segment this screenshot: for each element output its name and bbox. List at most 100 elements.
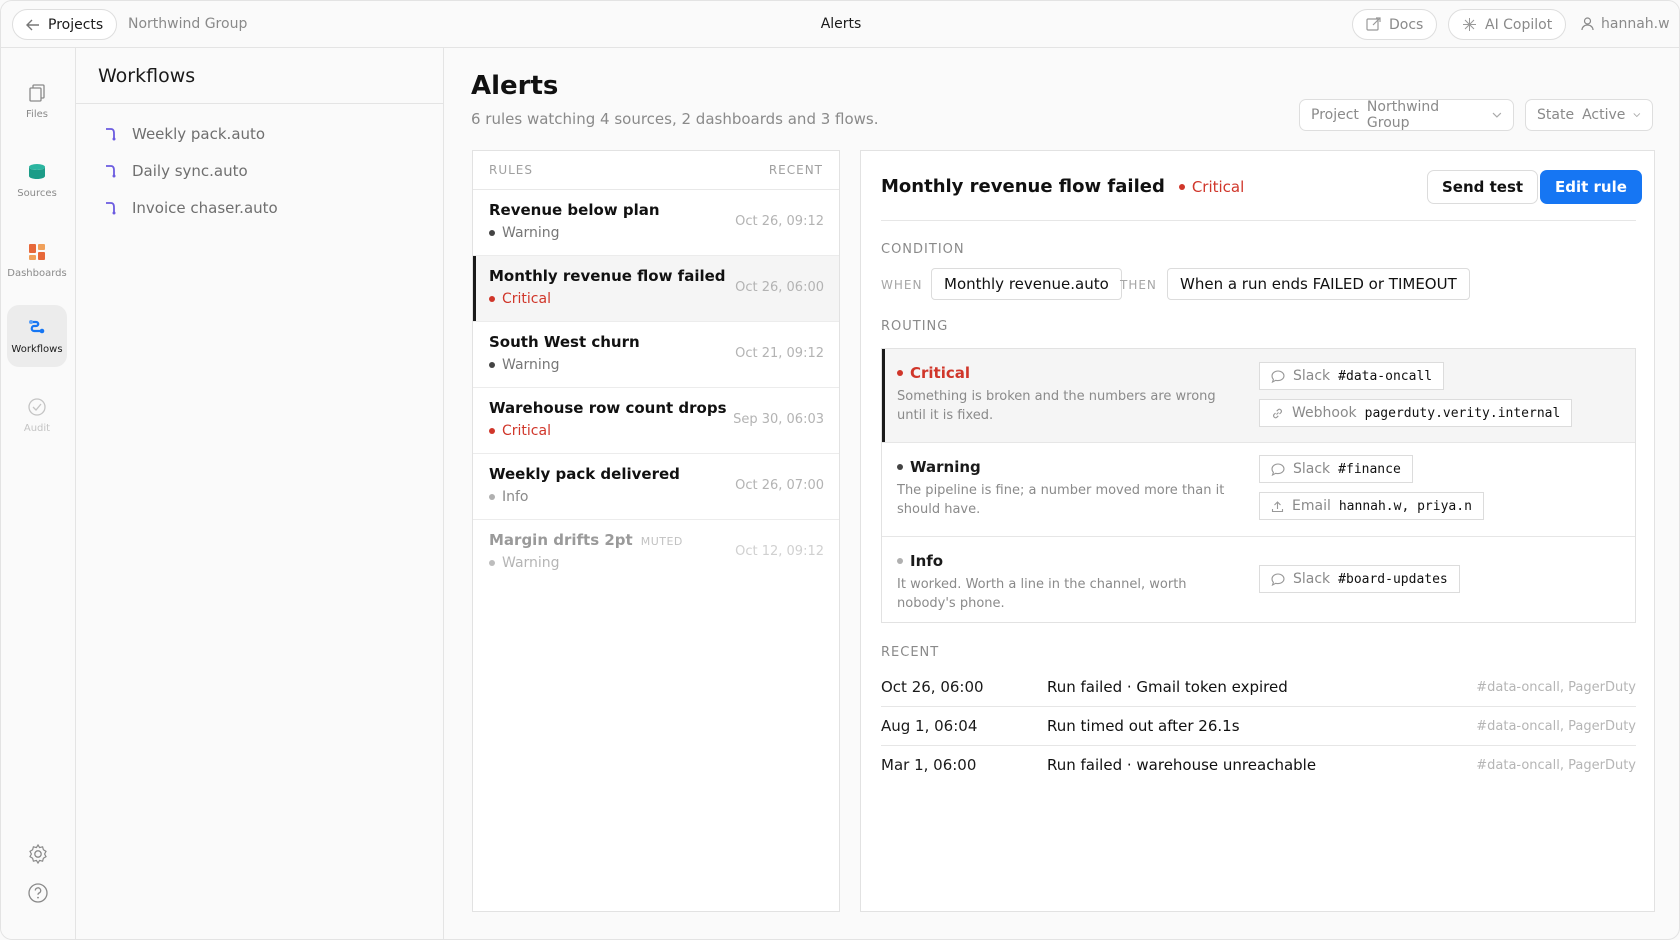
route-info[interactable]: Info It worked. Worth a line in the chan… bbox=[882, 537, 1635, 622]
rail-item-audit[interactable]: Audit bbox=[7, 384, 67, 446]
user-menu[interactable]: hannah.w bbox=[1581, 16, 1670, 32]
rule-row-muted[interactable]: Margin drifts 2pt MUTED Warning Oct 12, 0… bbox=[473, 520, 839, 586]
chat-icon bbox=[1271, 462, 1285, 476]
ai-copilot-button[interactable]: AI Copilot bbox=[1448, 9, 1567, 40]
route-name: Critical bbox=[910, 364, 971, 382]
destination-type: Slack bbox=[1293, 461, 1331, 477]
recent-run-row[interactable]: Mar 1, 06:00 Run failed · warehouse unre… bbox=[881, 747, 1636, 785]
route-destination[interactable]: Slack #finance bbox=[1259, 455, 1413, 483]
rail-label: Workflows bbox=[11, 343, 63, 355]
rule-row[interactable]: Revenue below plan Warning Oct 26, 09:12 bbox=[473, 190, 839, 256]
route-warning[interactable]: Warning The pipeline is fine; a number m… bbox=[882, 443, 1635, 537]
rule-severity: Warning bbox=[502, 357, 560, 373]
filter-label: State bbox=[1537, 107, 1575, 123]
rail-item-workflows[interactable]: Workflows bbox=[7, 305, 67, 367]
back-to-projects-button[interactable]: Projects bbox=[12, 9, 118, 40]
route-destination[interactable]: Slack #data-oncall bbox=[1259, 362, 1445, 390]
send-test-button[interactable]: Send test bbox=[1427, 170, 1539, 204]
sparkle-icon bbox=[1463, 18, 1476, 31]
rule-detail-panel: Monthly revenue flow failed Critical Sen… bbox=[860, 150, 1655, 912]
detail-title: Monthly revenue flow failed bbox=[881, 176, 1165, 197]
destination-type: Email bbox=[1292, 498, 1331, 514]
rules-list: RULES RECENT Revenue below plan Warning … bbox=[472, 150, 840, 912]
workflow-item[interactable]: Invoice chaser.auto bbox=[104, 199, 278, 217]
project-filter-select[interactable]: Project Northwind Group bbox=[1299, 99, 1514, 131]
external-link-icon bbox=[1366, 17, 1381, 31]
rule-time: Oct 21, 09:12 bbox=[735, 346, 824, 361]
rule-row[interactable]: South West churn Warning Oct 21, 09:12 bbox=[473, 322, 839, 388]
destination-target: #finance bbox=[1338, 461, 1401, 477]
then-keyword: THEN bbox=[1120, 278, 1157, 292]
app-window: Projects Northwind Group Alerts Docs AI … bbox=[0, 0, 1680, 940]
rule-time: Oct 26, 09:12 bbox=[735, 214, 824, 229]
severity-dot bbox=[489, 362, 495, 368]
state-filter-select[interactable]: State Active bbox=[1525, 99, 1653, 131]
rules-column-header: RULES bbox=[489, 163, 534, 177]
user-name: hannah.w bbox=[1601, 16, 1670, 32]
window-title: Alerts bbox=[820, 16, 862, 32]
destination-type: Webhook bbox=[1292, 405, 1357, 421]
workflow-item-label: Invoice chaser.auto bbox=[132, 199, 278, 217]
severity-dot bbox=[489, 560, 495, 566]
severity-dot bbox=[489, 230, 495, 236]
filter-label: Project bbox=[1311, 107, 1359, 123]
docs-button[interactable]: Docs bbox=[1352, 9, 1438, 40]
rule-row[interactable]: Warehouse row count drops Critical Sep 3… bbox=[473, 388, 839, 454]
run-time: Aug 1, 06:04 bbox=[881, 717, 978, 735]
recent-run-row[interactable]: Oct 26, 06:00 Run failed · Gmail token e… bbox=[881, 669, 1636, 707]
top-bar: Projects Northwind Group Alerts Docs AI … bbox=[1, 1, 1679, 48]
rule-severity: Warning bbox=[502, 555, 560, 571]
run-message: Run failed · warehouse unreachable bbox=[1047, 756, 1317, 774]
chat-icon bbox=[1271, 572, 1285, 586]
filter-value: Northwind Group bbox=[1366, 99, 1440, 131]
condition-trigger-chip[interactable]: When a run ends FAILED or TIMEOUT bbox=[1167, 268, 1470, 300]
rail-item-sources[interactable]: Sources bbox=[7, 149, 67, 211]
run-message: Run timed out after 26.1s bbox=[1047, 717, 1240, 735]
severity-dot bbox=[897, 370, 903, 376]
user-icon bbox=[1581, 17, 1594, 31]
rail-item-dashboards[interactable]: Dashboards bbox=[7, 229, 67, 291]
rule-row[interactable]: Weekly pack delivered Info Oct 26, 07:00 bbox=[473, 454, 839, 520]
rail-label: Audit bbox=[23, 422, 51, 434]
arrow-left-icon bbox=[26, 19, 39, 30]
gear-icon[interactable] bbox=[27, 843, 49, 865]
destination-target: hannah.w, priya.n bbox=[1338, 498, 1472, 514]
upload-icon bbox=[1271, 500, 1284, 512]
destination-type: Slack bbox=[1293, 571, 1331, 587]
page-subtitle: 6 rules watching 4 sources, 2 dashboards… bbox=[471, 110, 879, 128]
chevron-down-icon bbox=[1633, 113, 1641, 118]
rail-item-files[interactable]: Files bbox=[7, 70, 67, 132]
route-description: Something is broken and the numbers are … bbox=[897, 389, 1216, 423]
route-destination[interactable]: Email hannah.w, priya.n bbox=[1259, 492, 1484, 520]
destination-target: #data-oncall bbox=[1338, 368, 1433, 384]
severity-dot bbox=[897, 464, 903, 470]
check-circle-icon bbox=[28, 397, 46, 416]
route-description: It worked. Worth a line in the channel, … bbox=[897, 577, 1187, 611]
workflow-item[interactable]: Daily sync.auto bbox=[104, 162, 248, 180]
rail-label: Sources bbox=[17, 187, 57, 199]
severity-dot bbox=[489, 296, 495, 302]
route-description: The pipeline is fine; a number moved mor… bbox=[897, 483, 1225, 517]
muted-badge: MUTED bbox=[640, 535, 683, 548]
route-destination[interactable]: Webhook pagerduty.verity.internal bbox=[1259, 399, 1573, 427]
recent-section-label: RECENT bbox=[881, 645, 940, 660]
destination-target: #board-updates bbox=[1338, 571, 1448, 587]
condition-source-chip[interactable]: Monthly revenue.auto bbox=[931, 268, 1122, 300]
help-icon[interactable] bbox=[27, 882, 49, 904]
rail-label: Dashboards bbox=[7, 267, 67, 279]
detail-header: Monthly revenue flow failed Critical bbox=[881, 176, 1244, 197]
workflow-icon bbox=[106, 128, 116, 141]
recent-run-row[interactable]: Aug 1, 06:04 Run timed out after 26.1s #… bbox=[881, 708, 1636, 746]
severity-dot bbox=[1178, 183, 1185, 190]
rule-row-selected[interactable]: Monthly revenue flow failed Critical Oct… bbox=[473, 256, 839, 322]
route-destination[interactable]: Slack #board-updates bbox=[1259, 565, 1460, 593]
routing-section-label: ROUTING bbox=[881, 319, 949, 334]
link-icon bbox=[1273, 408, 1282, 418]
chevron-down-icon bbox=[1492, 112, 1502, 118]
workflow-item[interactable]: Weekly pack.auto bbox=[104, 125, 265, 143]
rules-list-header: RULES RECENT bbox=[473, 151, 839, 190]
destination-type: Slack bbox=[1293, 368, 1331, 384]
breadcrumb[interactable]: Northwind Group bbox=[128, 16, 247, 32]
route-critical[interactable]: Critical Something is broken and the num… bbox=[882, 349, 1635, 443]
edit-rule-button[interactable]: Edit rule bbox=[1540, 170, 1642, 204]
